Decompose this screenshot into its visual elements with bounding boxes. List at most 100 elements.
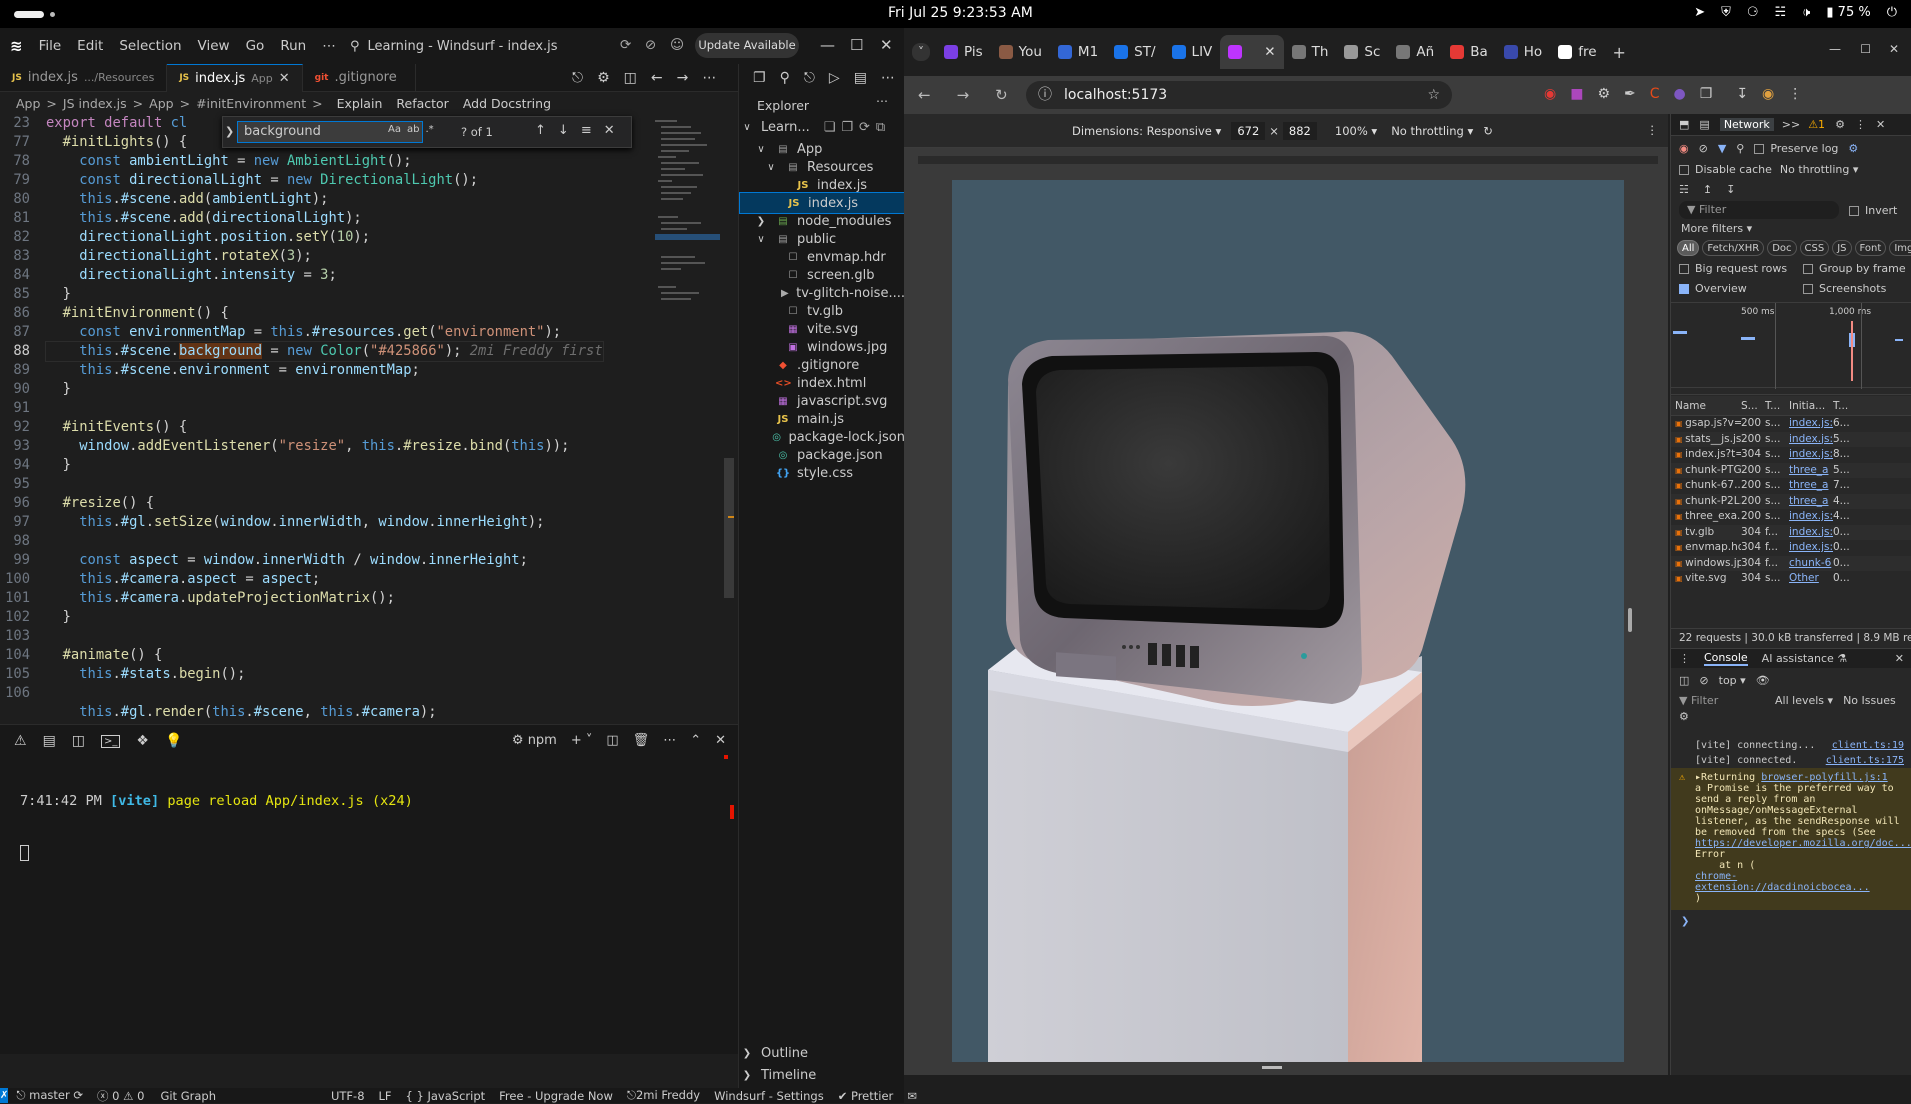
- user-indicator[interactable]: ⎋2mi Freddy: [627, 1088, 700, 1103]
- request-initiator[interactable]: index.js:: [1789, 525, 1833, 541]
- context-select[interactable]: top ▾: [1719, 674, 1746, 687]
- browser-tab[interactable]: M1: [1050, 35, 1106, 69]
- export-har-icon[interactable]: ↧: [1726, 183, 1735, 196]
- request-row[interactable]: ▣ vite.svg 304 s... Other 0...: [1671, 571, 1911, 587]
- find-option-toggle[interactable]: Aa: [388, 124, 401, 135]
- close-window-icon[interactable]: ✕: [880, 36, 893, 54]
- menu-item[interactable]: Run: [280, 38, 306, 54]
- command-center[interactable]: ⚲ Learning - Windsurf - index.js: [350, 35, 558, 57]
- type-filter-chip[interactable]: Img: [1889, 240, 1911, 256]
- minimize-icon[interactable]: —: [820, 36, 835, 54]
- levels-select[interactable]: All levels ▾: [1775, 694, 1833, 707]
- filter-icon[interactable]: ▼: [1718, 142, 1726, 155]
- shield-icon[interactable]: ⛨: [1721, 5, 1731, 20]
- extensions-puzzle-icon[interactable]: ❐: [1700, 86, 1713, 102]
- power-icon[interactable]: ⏻: [1887, 5, 1897, 20]
- request-initiator[interactable]: index.js:: [1789, 509, 1833, 525]
- browser-tab[interactable]: Th: [1284, 35, 1337, 69]
- rotate-icon[interactable]: ↻: [1483, 124, 1493, 138]
- console-prompt-icon[interactable]: ❯: [1671, 910, 1911, 933]
- download-icon[interactable]: ↧: [1736, 86, 1748, 102]
- browser-close-icon[interactable]: ✕: [1889, 42, 1899, 56]
- timeline-section[interactable]: ❯ Timeline: [739, 1064, 905, 1086]
- previous-match-icon[interactable]: ↑: [535, 123, 546, 138]
- browser-tab[interactable]: Añ: [1388, 35, 1442, 69]
- browser-tab[interactable]: ✕: [1220, 35, 1284, 69]
- console-source-link[interactable]: client.ts:19: [1832, 740, 1904, 751]
- output-icon[interactable]: ▤: [43, 733, 56, 749]
- maximize-icon[interactable]: ☐: [850, 36, 863, 54]
- live-expression-icon[interactable]: 👁: [1756, 674, 1770, 687]
- viewport-resize-handle[interactable]: [1628, 608, 1632, 632]
- drawer-menu-icon[interactable]: ⋮: [1679, 652, 1690, 665]
- devtools-tab[interactable]: ⚠1: [1808, 118, 1825, 131]
- wifi-conditions-icon[interactable]: ☵: [1679, 183, 1689, 196]
- request-initiator[interactable]: index.js:: [1789, 432, 1833, 448]
- type-filter-chip[interactable]: All: [1677, 240, 1700, 256]
- new-tab-icon[interactable]: +: [1613, 43, 1626, 62]
- devtools-tab[interactable]: Network: [1719, 118, 1774, 131]
- console-tab[interactable]: Console: [1704, 651, 1748, 666]
- extension-c-icon[interactable]: C: [1650, 86, 1660, 102]
- sync-icon[interactable]: ⟳: [620, 37, 631, 53]
- preserve-log-checkbox[interactable]: Preserve log: [1754, 142, 1838, 155]
- console-settings-icon[interactable]: ⚙: [1671, 710, 1911, 728]
- request-row[interactable]: ▣ index.js?t=...304s... index.js:8...: [1671, 447, 1911, 463]
- back-arrow-icon[interactable]: ←: [918, 86, 931, 104]
- scm-icon[interactable]: ⎋: [804, 70, 815, 86]
- remote-indicator-icon[interactable]: ✗: [0, 1088, 9, 1103]
- request-initiator[interactable]: index.js:: [1789, 540, 1833, 556]
- request-row[interactable]: ▣ stats__js.js...200s... index.js:5...: [1671, 431, 1911, 448]
- close-find-icon[interactable]: ✕: [604, 123, 615, 138]
- request-row[interactable]: ▣ chunk-PTG...200s... three_a5...: [1671, 462, 1911, 478]
- account-icon[interactable]: ☺: [670, 37, 684, 53]
- windsurf-settings-button[interactable]: Windsurf - Settings: [714, 1089, 824, 1103]
- device-more-icon[interactable]: ⋮: [1647, 123, 1659, 137]
- request-row[interactable]: ▣ three_exa... 200 s... index.js: 4...: [1671, 509, 1911, 525]
- terminal-shell-label[interactable]: ⚙ npm: [512, 733, 557, 748]
- browser-tab[interactable]: fre: [1550, 35, 1604, 69]
- request-initiator[interactable]: index.js:: [1789, 416, 1833, 432]
- settings-gear-icon[interactable]: ⚙: [597, 70, 610, 86]
- breadcrumb-item[interactable]: JS index.js: [63, 96, 127, 111]
- more-icon[interactable]: ⋯: [663, 733, 676, 748]
- breadcrumb-item[interactable]: Refactor: [396, 96, 448, 111]
- remote-explorer-icon[interactable]: ▤: [854, 70, 867, 86]
- column-status[interactable]: S...: [1741, 396, 1765, 415]
- tab-search-icon[interactable]: ˅: [912, 43, 930, 61]
- request-row[interactable]: ▣ envmap.hdr304f... index.js:0...: [1671, 540, 1911, 556]
- network-throttle-select[interactable]: No throttling ▾: [1780, 163, 1858, 176]
- dimensions-select[interactable]: Dimensions: Responsive ▾: [1072, 124, 1221, 138]
- devtools-close-icon[interactable]: ✕: [1876, 118, 1885, 131]
- lightbulb-icon[interactable]: 💡: [165, 733, 182, 749]
- menu-item[interactable]: View: [198, 38, 230, 54]
- extension-circle-icon[interactable]: ●: [1674, 86, 1686, 102]
- workspace-root[interactable]: ∨ Learn... ❏❐⟳⧉: [739, 116, 905, 138]
- browser-tab[interactable]: ST/: [1106, 35, 1163, 69]
- request-row[interactable]: ▣ tv.glb 304 f... index.js: 0...: [1671, 524, 1911, 541]
- browser-tab[interactable]: Ho: [1496, 35, 1550, 69]
- terminal-icon[interactable]: >_: [101, 734, 121, 748]
- debug-console-icon[interactable]: ◫: [72, 733, 85, 749]
- overview-checkbox[interactable]: Overview: [1679, 282, 1803, 295]
- close-panel-icon[interactable]: ✕: [715, 733, 726, 748]
- gamepad-icon[interactable]: ⚆: [1747, 5, 1759, 20]
- more-views-icon[interactable]: ⋯: [881, 70, 895, 86]
- language-indicator[interactable]: { } JavaScript: [406, 1089, 486, 1103]
- console-filter-input[interactable]: ▼ Filter: [1679, 694, 1769, 707]
- browser-tab[interactable]: Sc: [1336, 35, 1388, 69]
- minimap[interactable]: [655, 116, 720, 536]
- search-network-icon[interactable]: ⚲: [1736, 142, 1744, 155]
- breadcrumb-item[interactable]: App: [149, 96, 173, 111]
- request-initiator[interactable]: three_a: [1789, 494, 1833, 510]
- files-icon[interactable]: ❐: [753, 70, 766, 86]
- cascade-icon[interactable]: ⊘: [645, 37, 656, 53]
- next-match-icon[interactable]: ↓: [558, 123, 569, 138]
- profile-avatar[interactable]: ◉: [1762, 86, 1774, 102]
- notifications-bell-icon[interactable]: ✉: [907, 1089, 917, 1103]
- request-row[interactable]: ▣ gsap.js?v=...200s... index.js:6...: [1671, 416, 1911, 432]
- breadcrumb-item[interactable]: App: [16, 96, 40, 111]
- toggle-replace-icon[interactable]: ❯: [225, 125, 234, 138]
- devtools-more-icon[interactable]: ⋮: [1855, 118, 1866, 131]
- request-row[interactable]: ▣ chunk-67... 200 s... three_a 7...: [1671, 478, 1911, 494]
